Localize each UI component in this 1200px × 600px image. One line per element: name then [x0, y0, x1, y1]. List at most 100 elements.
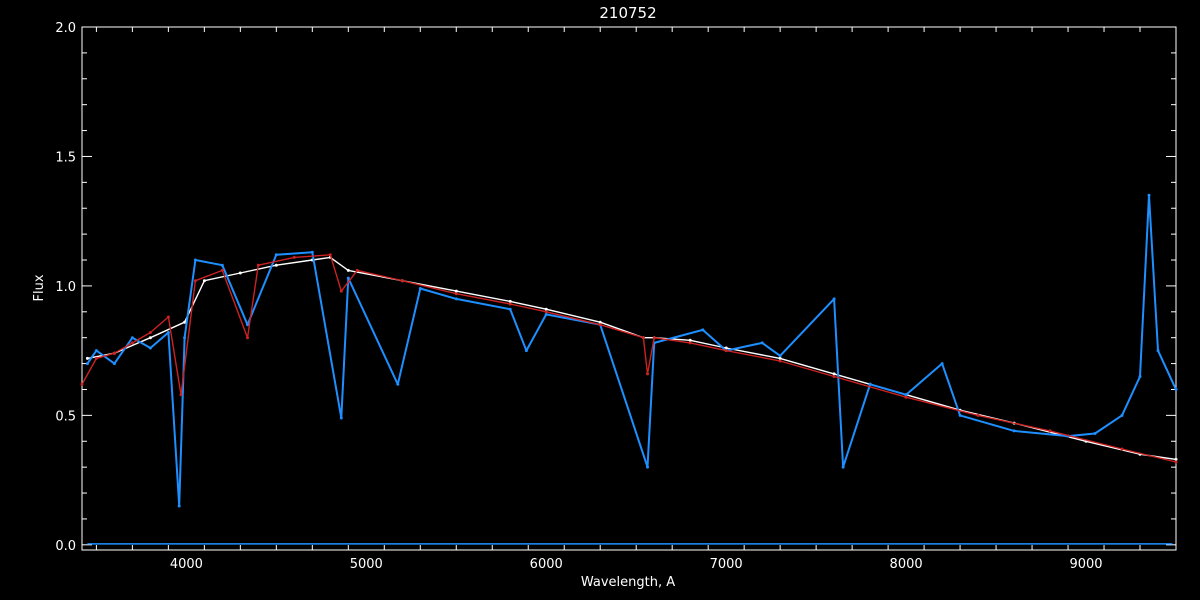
- data-point: [112, 362, 116, 366]
- data-point: [544, 312, 548, 316]
- y-tick-label: 2.0: [55, 21, 76, 36]
- data-point: [148, 346, 152, 350]
- data-point: [778, 359, 782, 363]
- x-tick-label: 5000: [350, 557, 383, 572]
- data-point: [524, 349, 528, 353]
- spectrum-chart: 210752 4000 5000 6000 7000 8000 9000 0.0 0.5 1.0…: [32, 4, 1178, 590]
- data-point: [976, 413, 980, 417]
- data-point: [166, 315, 170, 319]
- x-axis-label: Wavelength, A: [581, 575, 675, 590]
- x-tick-label: 8000: [890, 557, 923, 572]
- data-point: [130, 341, 134, 345]
- data-point: [778, 354, 782, 358]
- data-point: [688, 338, 692, 342]
- data-point: [841, 465, 845, 469]
- data-point: [193, 258, 197, 262]
- data-point: [904, 395, 908, 399]
- data-point: [238, 271, 242, 275]
- data-point: [598, 323, 602, 327]
- data-point: [148, 336, 152, 340]
- data-point: [246, 323, 249, 327]
- data-point: [868, 382, 872, 386]
- data-point: [328, 253, 332, 257]
- data-point: [355, 268, 359, 272]
- data-point: [701, 328, 705, 332]
- data-point: [688, 341, 692, 345]
- data-point: [396, 382, 400, 386]
- data-point: [544, 307, 548, 311]
- data-point: [418, 287, 422, 290]
- data-point: [1174, 388, 1178, 391]
- data-point: [958, 413, 962, 417]
- data-point: [292, 255, 296, 259]
- plot-frame: [81, 26, 1177, 551]
- data-point: [148, 331, 152, 334]
- plot-area: 4000 5000 6000 7000 8000 9000 0.0 0.5 1.0 1.5 2.0: [55, 21, 1178, 572]
- data-point: [400, 279, 404, 283]
- data-point: [80, 382, 84, 386]
- data-point: [454, 297, 458, 301]
- data-point: [1174, 460, 1178, 464]
- x-tick-label: 4000: [170, 557, 203, 572]
- data-point: [724, 349, 728, 353]
- data-point: [339, 416, 343, 420]
- data-point: [202, 279, 206, 283]
- data-point: [1174, 457, 1178, 461]
- data-point: [166, 331, 170, 334]
- data-point: [646, 372, 649, 376]
- data-point: [256, 263, 260, 267]
- data-point: [193, 279, 197, 283]
- data-point: [94, 356, 98, 360]
- data-point: [940, 362, 944, 366]
- data-point: [832, 372, 836, 376]
- data-point: [641, 336, 645, 340]
- data-point: [454, 289, 458, 293]
- x-tick-label: 9000: [1069, 557, 1102, 572]
- data-point: [1120, 413, 1124, 417]
- data-point: [94, 349, 98, 353]
- data-point: [760, 341, 764, 345]
- data-point: [220, 268, 224, 272]
- data-point: [508, 299, 512, 303]
- data-point: [1147, 193, 1151, 197]
- data-point: [1093, 432, 1097, 435]
- y-tick-label: 1.5: [55, 150, 76, 165]
- spectrum-line-0: [87, 256, 1177, 461]
- data-point: [274, 263, 278, 267]
- data-point: [274, 253, 278, 257]
- data-point: [832, 375, 836, 378]
- y-axis-label: Flux: [32, 274, 47, 301]
- y-tick-label: 1.0: [55, 280, 76, 295]
- data-point: [1138, 375, 1142, 378]
- chart-title: 210752: [599, 4, 656, 22]
- data-point: [1048, 429, 1052, 433]
- y-tick-label: 0.0: [55, 539, 76, 554]
- y-tick-label: 0.5: [55, 409, 76, 424]
- data-point: [454, 292, 458, 296]
- data-point: [183, 336, 187, 340]
- data-point: [130, 336, 134, 340]
- data-point: [85, 362, 89, 366]
- data-point: [346, 276, 350, 280]
- data-point: [778, 356, 782, 360]
- data-point: [508, 302, 512, 306]
- spectrum-line-1: [86, 194, 1177, 507]
- data-point: [508, 307, 512, 311]
- data-point: [85, 356, 89, 360]
- data-point: [112, 351, 116, 355]
- data-point: [179, 393, 183, 397]
- data-point: [310, 250, 314, 254]
- data-point: [177, 504, 181, 508]
- data-point: [1012, 429, 1016, 433]
- data-point: [652, 336, 656, 340]
- data-point: [220, 263, 224, 267]
- x-tick-label: 7000: [710, 557, 743, 572]
- data-point: [1156, 349, 1160, 353]
- data-point: [832, 297, 836, 301]
- data-point: [544, 310, 548, 314]
- data-point: [246, 336, 249, 340]
- data-point: [646, 465, 649, 469]
- data-point: [339, 289, 343, 293]
- data-point: [1120, 447, 1124, 451]
- x-tick-label: 6000: [530, 557, 563, 572]
